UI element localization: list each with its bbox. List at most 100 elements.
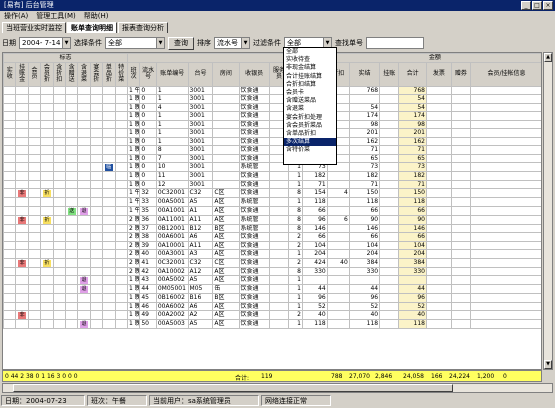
flag-cell	[52, 301, 66, 311]
tab-report[interactable]: 报表查询分析	[118, 22, 168, 33]
sort-select[interactable]: 流水号 ▼	[214, 37, 250, 49]
minimize-icon[interactable]: _	[521, 1, 531, 10]
col-header[interactable]: 含折扣	[52, 61, 66, 87]
table-row[interactable]: 2 晚餐3800A6001A6A区饮食通2666666	[3, 232, 541, 242]
table-cell: 00A3001	[155, 249, 189, 259]
table-row[interactable]: 1 晚餐0113001饮食通1182182182	[3, 171, 541, 181]
col-header[interactable]: 会员/挂帐信息	[470, 61, 541, 87]
table-row[interactable]: 1 晚餐013001饮食通152162162	[3, 136, 541, 146]
dropdown-option[interactable]: 会员卡	[284, 89, 336, 97]
table-row[interactable]: 退1 晚餐440M05001M05缶饮食通1444444	[3, 284, 541, 294]
table-row[interactable]: 2 晚餐4000A3001A3A区饮食通1204204204	[3, 249, 541, 259]
flag-cell	[3, 284, 17, 294]
col-header[interactable]: 合计	[398, 61, 427, 87]
table-row[interactable]: 1 晚餐013001饮食通152174174	[3, 111, 541, 121]
col-header[interactable]: 含退菜	[77, 61, 91, 87]
col-header[interactable]: 账单编号	[155, 61, 189, 87]
table-row[interactable]: 2 晚餐420A10002A12A区饮食通8330330330	[3, 266, 541, 276]
table-row[interactable]: 1 晚餐043001饮食通1545454	[3, 102, 541, 112]
table-cell: 3001	[187, 136, 214, 146]
col-header[interactable]: 含赠送	[64, 61, 79, 87]
table-row[interactable]: 1 晚餐083001饮食通1727171	[3, 145, 541, 155]
dropdown-option[interactable]: 含会员折菜品	[284, 122, 336, 130]
col-header[interactable]: 房间	[212, 61, 240, 87]
menu-tools[interactable]: 管理工具(M)	[36, 11, 76, 21]
dropdown-option[interactable]: 合折扣结算	[284, 81, 336, 89]
dropdown-option[interactable]: 合计挂账结算	[284, 73, 336, 81]
table-row[interactable]: 退 1 晚餐4300A5002A5A区饮食通 1	[3, 275, 541, 285]
flag-cell	[52, 111, 66, 121]
chevron-down-icon[interactable]: ▼	[241, 38, 249, 48]
dropdown-option[interactable]: 含特价菜	[284, 146, 336, 154]
tab-realtime[interactable]: 当班营业实时监控	[2, 22, 66, 33]
table-row[interactable]: 1 晚餐013001饮食通15654	[3, 94, 541, 104]
table-row[interactable]: 非折1 午餐320C32001C32C区饮食通81544150150	[3, 188, 541, 198]
select-condition[interactable]: 全部 ▼	[105, 37, 165, 49]
col-header[interactable]: 赠券	[450, 61, 472, 87]
col-header[interactable]: 特价菜	[114, 61, 128, 87]
table-row[interactable]: 1 晚餐013001饮食通1989898	[3, 119, 541, 129]
dropdown-option[interactable]: 全部	[284, 48, 336, 56]
table-row[interactable]: 1 晚餐013001饮食通121201201	[3, 128, 541, 138]
col-header[interactable]: 班次	[126, 61, 141, 87]
horizontal-scrollbar[interactable]	[2, 383, 553, 393]
close-icon[interactable]: ×	[543, 1, 553, 10]
chevron-down-icon[interactable]: ▼	[62, 38, 70, 48]
scroll-down-icon[interactable]: ▼	[544, 360, 552, 369]
scroll-up-icon[interactable]: ▲	[544, 53, 552, 62]
chevron-down-icon[interactable]: ▼	[156, 38, 164, 48]
menu-operate[interactable]: 操作(A)	[4, 11, 28, 21]
col-header[interactable]: 挂账	[379, 61, 400, 87]
table-row[interactable]: 1 午餐013001饮食通188768768	[3, 85, 541, 95]
col-header[interactable]: 挂账金	[15, 61, 29, 87]
scroll-thumb[interactable]	[13, 384, 453, 392]
date-picker[interactable]: 2004- 7-14 ▼	[19, 37, 71, 49]
vertical-scrollbar[interactable]: ▲ ▼	[543, 52, 553, 370]
col-header[interactable]: 实收	[3, 61, 17, 87]
col-header[interactable]: 会员折	[40, 61, 54, 87]
col-header[interactable]: 台号	[187, 61, 214, 87]
table-row[interactable]: 1 晚餐073001饮食通1656565	[3, 153, 541, 163]
maximize-icon[interactable]: □	[532, 1, 542, 10]
table-row[interactable]: 1 晚餐4600A6002A6A区饮食通1525252	[3, 301, 541, 311]
dropdown-option[interactable]: 非现金结算	[284, 64, 336, 72]
find-input[interactable]	[366, 37, 424, 49]
table-row[interactable]: 1 午餐3300A5001A5A区系统管1118118118	[3, 197, 541, 207]
table-row[interactable]: 2 晚餐390A10001A11A区饮食通2104104104	[3, 240, 541, 250]
table-row[interactable]: 2 晚餐370B12001B12B区系统管8146146146	[3, 223, 541, 233]
col-header[interactable]: 宴会折	[89, 61, 104, 87]
table-row[interactable]: 非折2 晚餐360A11001A11A区系统管89669090	[3, 214, 541, 225]
col-header[interactable]: 收银员	[238, 61, 270, 87]
tab-bill-detail[interactable]: 账单查询明细	[67, 22, 117, 33]
table-row[interactable]: 非折2 晚餐410C32001C32C区饮食通242440384384	[3, 257, 541, 268]
table-cell: 36	[139, 214, 157, 225]
dropdown-option[interactable]: 宴会折扣处理	[284, 114, 336, 122]
table-cell	[450, 240, 472, 250]
table-cell	[425, 205, 452, 216]
table-row[interactable]: 退1 晚餐5000A5003A5A区饮食通1118118118	[3, 319, 541, 329]
table-cell: 150	[398, 188, 427, 198]
query-button[interactable]: 查询	[168, 36, 194, 50]
table-row[interactable]: 非1 晚餐4900A2002A2A区饮食通2404040	[3, 310, 541, 320]
col-header[interactable]: 单品折	[102, 61, 116, 87]
dropdown-option[interactable]: 含单品折扣	[284, 130, 336, 138]
col-header[interactable]: 发票	[425, 61, 452, 87]
table-cell	[425, 188, 452, 198]
col-header[interactable]: 流水号	[139, 61, 157, 87]
table-cell: 饮食通	[238, 310, 270, 320]
flag-cell: 折	[40, 214, 54, 225]
col-header[interactable]: 会员	[27, 61, 42, 87]
dropdown-option[interactable]: 含退菜	[284, 105, 336, 113]
table-row[interactable]: 临1 晚餐0103001系统管1737373	[3, 162, 541, 172]
table-row[interactable]: 1 晚餐450B16002B16B区饮食通1969696	[3, 293, 541, 303]
col-header[interactable]: 实结	[348, 61, 381, 87]
table-cell	[379, 301, 400, 311]
table-row[interactable]: 1 晚餐0123001饮食通1717171	[3, 179, 541, 189]
menu-help[interactable]: 帮助(H)	[84, 11, 109, 21]
table-cell: 146	[348, 223, 381, 233]
filter-dropdown-list[interactable]: 全部 实收待查 非现金结算 合计挂账结算 合折扣结算 会员卡 含赠送菜品 含退菜 宴会折扣处理含…	[283, 47, 337, 165]
table-row[interactable]: 送退1 午餐3500A1001A1A区饮食通8666666	[3, 205, 541, 216]
flag-cell	[27, 162, 42, 172]
flag-cell	[40, 205, 54, 216]
bill-grid[interactable]: 标志 金额 实收 挂账金 会员 会员折 含折扣 含赠送 含退菜 宴会折 单品折 特价菜 班次 流水号账…	[2, 52, 542, 370]
